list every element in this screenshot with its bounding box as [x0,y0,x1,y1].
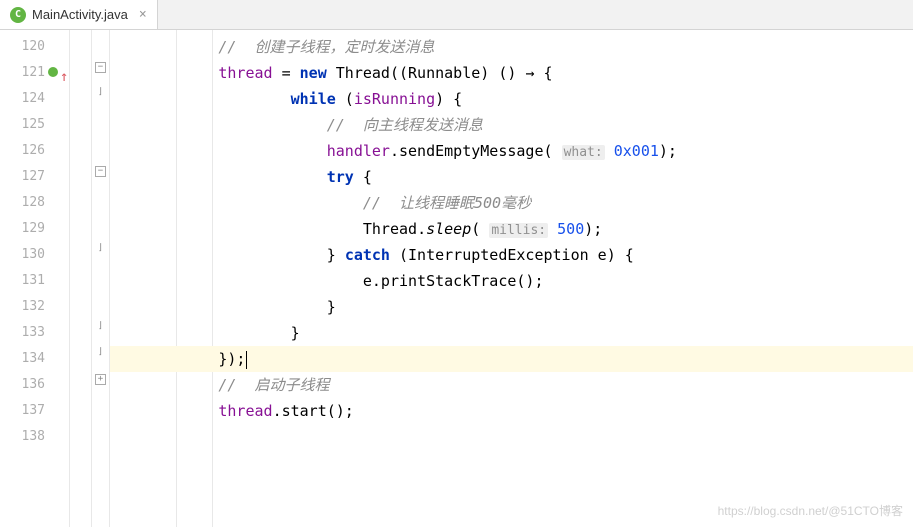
marker-column [70,30,92,527]
text-cursor [246,351,247,369]
code-line[interactable]: e.printStackTrace(); [110,268,913,294]
code-line[interactable]: // 向主线程发送消息 [110,112,913,138]
code-line[interactable]: try { [110,164,913,190]
fold-end-icon[interactable]: ⌋ [95,348,106,359]
tab-bar: C MainActivity.java × [0,0,913,30]
line-number: 138 [0,424,69,450]
fold-end-icon[interactable]: ⌋ [95,88,106,99]
code-area[interactable]: // 创建子线程，定时发送消息 thread = new Thread((Run… [110,30,913,527]
code-line[interactable]: } [110,294,913,320]
line-number: 129 [0,216,69,242]
code-line[interactable]: thread.start(); [110,398,913,424]
line-number-gutter: 120 121 ↑ 124 125 126 127 128 129 130 13… [0,30,70,527]
fold-minus-icon[interactable]: − [95,62,106,73]
fold-end-icon[interactable]: ⌋ [95,244,106,255]
code-line[interactable]: // 创建子线程，定时发送消息 [110,34,913,60]
line-number: 121 ↑ [0,60,69,86]
line-number: 126 [0,138,69,164]
breakpoint-marker-icon[interactable] [48,67,58,77]
line-number: 125 [0,112,69,138]
code-line[interactable]: // 启动子线程 [110,372,913,398]
tab-filename: MainActivity.java [32,7,128,22]
line-number: 120 [0,34,69,60]
code-editor[interactable]: 120 121 ↑ 124 125 126 127 128 129 130 13… [0,30,913,527]
code-line[interactable]: while (isRunning) { [110,86,913,112]
line-number: 130 [0,242,69,268]
java-class-icon: C [10,7,26,23]
code-line[interactable]: thread = new Thread((Runnable) () → { [110,60,913,86]
fold-plus-icon[interactable]: + [95,374,106,385]
code-line[interactable]: handler.sendEmptyMessage( what: 0x001); [110,138,913,164]
watermark: https://blog.csdn.net/@51CTO博客 [718,502,903,519]
code-line[interactable]: } [110,320,913,346]
fold-end-icon[interactable]: ⌋ [95,322,106,333]
line-number: 133 [0,320,69,346]
code-line[interactable] [110,424,913,450]
close-icon[interactable]: × [139,7,147,22]
code-line-current[interactable]: }); [110,346,913,372]
line-number: 127 [0,164,69,190]
code-line[interactable]: // 让线程睡眠500毫秒 [110,190,913,216]
line-number: 131 [0,268,69,294]
code-line[interactable]: Thread.sleep( millis: 500); [110,216,913,242]
line-number: 128 [0,190,69,216]
file-tab[interactable]: C MainActivity.java × [0,0,158,29]
fold-column: − ⌋ − ⌋ ⌋ ⌋ + [92,30,110,527]
line-number: 136 [0,372,69,398]
fold-minus-icon[interactable]: − [95,166,106,177]
line-number: 134 [0,346,69,372]
line-number: 132 [0,294,69,320]
code-line[interactable]: } catch (InterruptedException e) { [110,242,913,268]
line-number: 124 [0,86,69,112]
line-number: 137 [0,398,69,424]
